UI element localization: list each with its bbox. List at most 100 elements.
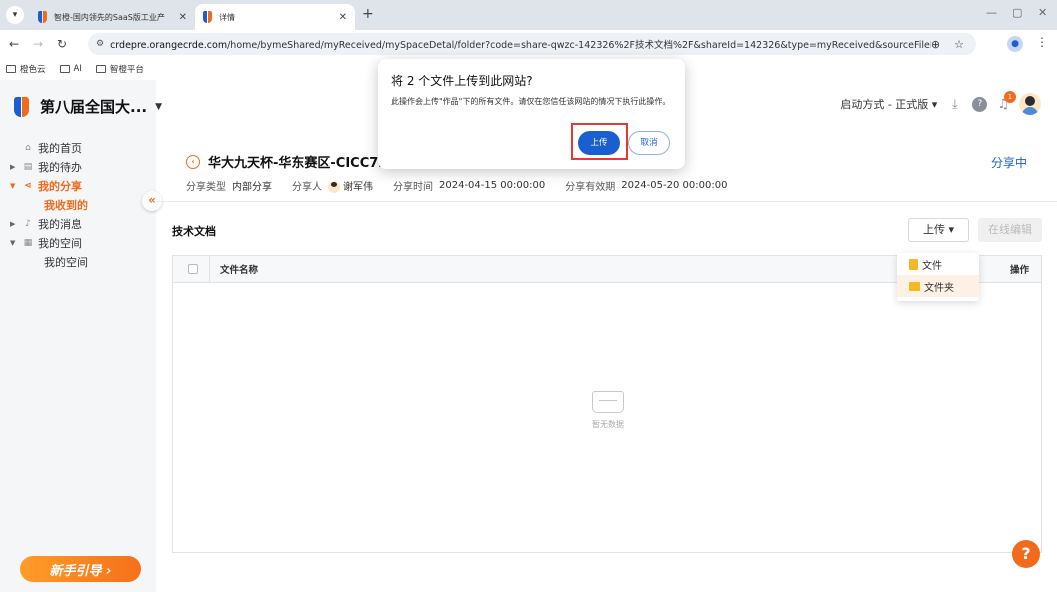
sidebar-item-label: 我的待办 [38,160,82,174]
tab-search-icon[interactable]: ▾ [6,6,24,24]
url-path: /home/bymeShared/myReceived/mySpaceDetal… [227,40,931,51]
browser-tab-active[interactable]: 详情 ✕ [195,4,355,30]
more-menu-icon[interactable]: ⋮ [1036,35,1048,49]
expand-icon: ▶ [10,219,16,228]
close-icon[interactable]: ✕ [179,12,187,23]
notification-badge: 1 [1004,90,1016,103]
section-title: 技术文档 [172,225,216,238]
page-title: 华大九天杯-华东赛区-CICC720 [208,156,397,171]
upload-confirm-dialog: 将 2 个文件上传到此网站? 此操作会上传"作品"下的所有文件。请仅在您信任该网… [378,59,685,169]
sidebar-item-label: 我的消息 [38,217,82,231]
confirm-upload-button[interactable]: 上传 [578,131,620,155]
brand-name: 第八届全国大... [40,98,148,116]
sidebar-item-todo[interactable]: ▶ ▤ 我的待办 [10,157,150,176]
brand-switcher[interactable]: 第八届全国大... ▼ [12,96,162,117]
caret-down-icon: ▼ [155,101,163,112]
forward-arrow-icon[interactable]: → [28,37,48,51]
sidebar-item-label: 我的首页 [38,141,82,155]
sharer-value: 谢军伟 [343,182,373,193]
url-text: crdepre.orangecrde.com/home/bymeShared/m… [110,37,931,51]
online-edit-button[interactable]: 在线编辑 [978,218,1042,242]
sidebar-item-label: 我的空间 [44,255,88,269]
sharer-label: 分享人 [292,182,322,193]
zoom-icon[interactable]: ⊕ [931,38,940,51]
folder-icon [6,65,16,73]
column-header-name: 文件名称 [220,265,259,276]
window-close-icon[interactable]: ✕ [1038,6,1047,19]
url-input[interactable]: ⚙ crdepre.orangecrde.com/home/bymeShared… [88,33,976,55]
file-icon [909,258,918,270]
restore-icon[interactable]: ▢ [1012,6,1022,19]
help-icon[interactable]: ? [972,96,988,112]
bookmark-item[interactable]: AI [59,64,82,74]
sidebar-item-received[interactable]: 我收到的 [10,195,150,214]
help-float-button[interactable]: ? [1012,540,1040,568]
share-type-label: 分享类型 [186,182,226,193]
empty-state: 暂无数据 [173,391,1043,430]
url-host: crdepre.orangecrde.com [110,40,228,51]
space-icon: ▦ [23,237,33,248]
beginner-guide-button[interactable]: 新手引导 › [20,556,141,582]
upload-dropdown: 文件 文件夹 [897,253,979,301]
dialog-title: 将 2 个文件上传到此网站? [391,74,533,88]
tab-title: 智橙-国内领先的SaaS版工业产 [54,12,165,22]
upload-file-option[interactable]: 文件 [897,253,979,275]
cancel-button[interactable]: 取消 [628,131,670,155]
expand-icon: ▶ [10,162,16,171]
column-header-op: 操作 [1009,265,1029,276]
browser-tab[interactable]: 智橙-国内领先的SaaS版工业产 ✕ [30,4,195,30]
close-icon[interactable]: ✕ [339,12,347,23]
site-logo-icon [203,11,213,23]
bookmark-item[interactable]: 智橙平台 [95,63,144,75]
address-bar: ← → ↻ ⚙ crdepre.orangecrde.com/home/byme… [0,30,1057,58]
sidebar-item-label: 我收到的 [44,198,88,212]
back-arrow-icon[interactable]: ← [4,37,24,51]
status-badge: 分享中 [990,156,1027,170]
dialog-body: 此操作会上传"作品"下的所有文件。请仅在您信任该网站的情况下执行此操作。 [391,97,671,106]
select-all-checkbox[interactable] [188,264,198,274]
expire-value: 2024-05-20 00:00:00 [621,180,728,191]
expire-label: 分享有效期 [565,182,616,193]
bookmark-star-icon[interactable]: ☆ [954,38,964,51]
download-icon[interactable]: ⤓ [947,97,962,112]
tab-title: 详情 [219,12,235,22]
sidebar-item-home[interactable]: ⌂ 我的首页 [10,138,150,157]
env-switcher[interactable]: 启动方式 - 正式版 ▾ [840,96,937,112]
minimize-icon[interactable]: — [986,6,997,19]
collapse-icon: ▼ [10,238,16,247]
share-type-value: 内部分享 [232,182,272,193]
brand-logo-icon [12,96,32,117]
sidebar-item-messages[interactable]: ▶ ♪ 我的消息 [10,214,150,233]
todo-icon: ▤ [23,161,33,172]
sidebar-menu: ⌂ 我的首页 ▶ ▤ 我的待办 ▼ ⋖ 我的分享 我收到的 ▶ ♪ 我的消息 ▼… [10,138,150,271]
site-logo-icon [38,11,48,23]
bookmark-item[interactable]: 橙色云 [6,63,46,75]
empty-text: 暂无数据 [592,420,624,429]
site-info-icon[interactable]: ⚙ [96,39,104,49]
sidebar-item-my-space[interactable]: 我的空间 [10,252,150,271]
home-icon: ⌂ [25,142,31,153]
share-meta: 分享类型 内部分享 分享人 谢军伟 分享时间 2024-04-15 00:00:… [186,178,741,193]
reload-icon[interactable]: ↻ [52,37,72,51]
profile-icon[interactable]: ● [1007,36,1023,52]
folder-icon [95,65,106,73]
bell-icon: ♪ [25,218,31,229]
new-tab-icon[interactable]: + [362,6,374,22]
topbar-actions: 启动方式 - 正式版 ▾ ⤓ ? ♫ 1 [840,90,1041,115]
share-header: ‹ 华大九天杯-华东赛区-CICC720 [186,152,396,171]
browser-tab-strip: ▾ 智橙-国内领先的SaaS版工业产 ✕ 详情 ✕ + — ▢ ✕ [0,0,1057,30]
divider [156,201,1057,202]
empty-inbox-icon [592,391,624,413]
share-time-label: 分享时间 [393,182,433,193]
avatar[interactable] [1019,93,1041,115]
upload-button[interactable]: 上传 ▾ [908,218,969,242]
back-icon[interactable]: ‹ [186,154,200,169]
collapse-icon: ▼ [10,181,16,190]
sidebar-item-space[interactable]: ▼ ▦ 我的空间 [10,233,150,252]
notifications[interactable]: ♫ 1 [997,90,1016,112]
sidebar-item-share[interactable]: ▼ ⋖ 我的分享 [10,176,150,195]
sidebar-item-label: 我的分享 [38,179,82,193]
upload-folder-option[interactable]: 文件夹 [897,275,979,297]
share-icon: ⋖ [24,180,32,191]
share-time-value: 2024-04-15 00:00:00 [439,180,546,191]
